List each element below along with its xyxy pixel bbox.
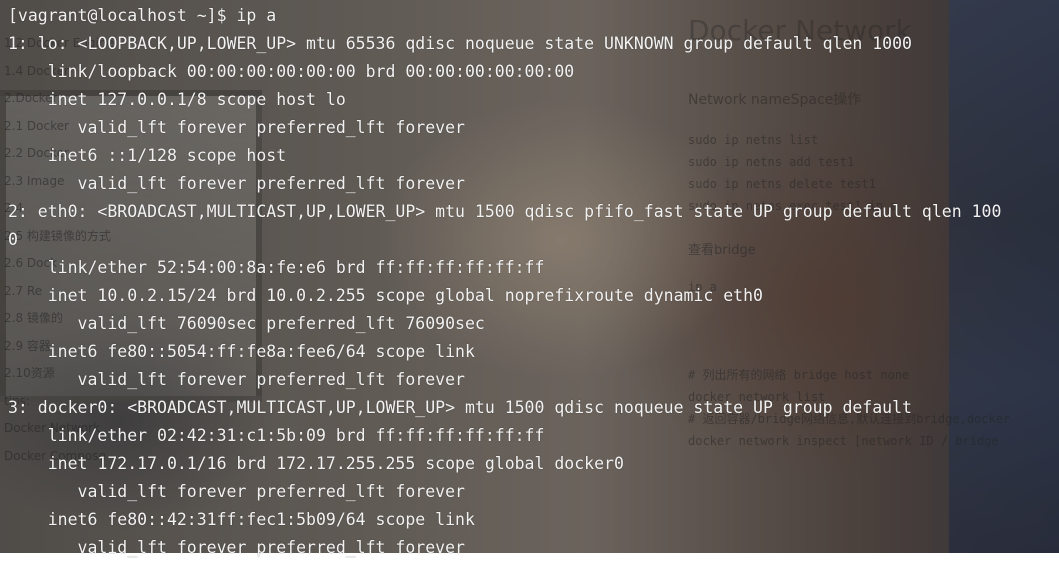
terminal-output-line: inet6 fe80::42:31ff:fec1:5b09/64 scope l… [8, 510, 475, 529]
terminal-output-line: 0 [8, 230, 18, 249]
terminal-output-line: valid_lft forever preferred_lft forever [8, 118, 465, 137]
terminal-output-line: valid_lft forever preferred_lft forever [8, 370, 465, 389]
terminal-output-line: inet6 ::1/128 scope host [8, 146, 287, 165]
terminal-output-line: link/loopback 00:00:00:00:00:00 brd 00:0… [8, 62, 575, 81]
terminal-output-line: link/ether 52:54:00:8a:fe:e6 brd ff:ff:f… [8, 258, 545, 277]
terminal-output-line: inet 127.0.0.1/8 scope host lo [8, 90, 346, 109]
terminal-window[interactable]: [vagrant@localhost ~]$ ip a 1: lo: <LOOP… [0, 0, 1059, 557]
terminal-output-line: link/ether 02:42:31:c1:5b:09 brd ff:ff:f… [8, 426, 545, 445]
terminal-output-line: 3: docker0: <BROADCAST,MULTICAST,UP,LOWE… [8, 398, 912, 417]
terminal-output-line: valid_lft forever preferred_lft forever [8, 538, 465, 557]
terminal-output-line: valid_lft 76090sec preferred_lft 76090se… [8, 314, 485, 333]
terminal-output-line: valid_lft forever preferred_lft forever [8, 482, 465, 501]
terminal-prompt-line: [vagrant@localhost ~]$ ip a [8, 6, 277, 25]
terminal-output-line: 1: lo: <LOOPBACK,UP,LOWER_UP> mtu 65536 … [8, 34, 912, 53]
terminal-output-line: inet 172.17.0.1/16 brd 172.17.255.255 sc… [8, 454, 624, 473]
terminal-output-line: 2: eth0: <BROADCAST,MULTICAST,UP,LOWER_U… [8, 202, 1002, 221]
terminal-output-line: inet 10.0.2.15/24 brd 10.0.2.255 scope g… [8, 286, 763, 305]
terminal-output-line: inet6 fe80::5054:ff:fe8a:fee6/64 scope l… [8, 342, 475, 361]
terminal-output-line: valid_lft forever preferred_lft forever [8, 174, 465, 193]
